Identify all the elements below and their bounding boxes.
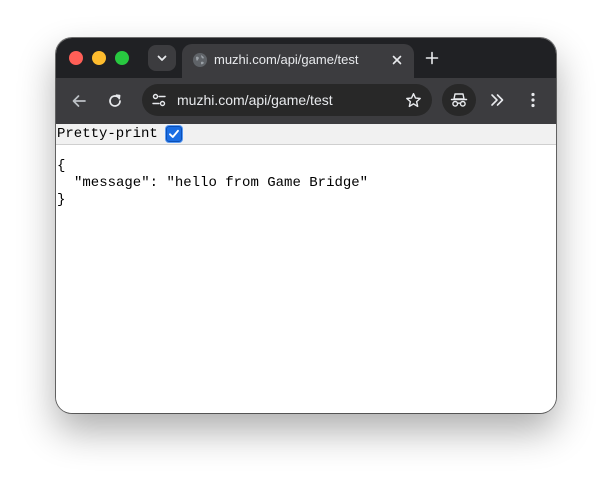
new-tab-button[interactable] <box>422 48 442 68</box>
pretty-print-label: Pretty-print <box>57 126 158 142</box>
json-open-brace: { <box>57 158 66 174</box>
json-value: "hello from Game Bridge" <box>166 175 369 191</box>
chevron-double-right-icon <box>491 94 504 106</box>
reload-button[interactable] <box>101 87 129 115</box>
kebab-menu-icon <box>531 92 535 108</box>
close-window-button[interactable] <box>69 51 83 65</box>
tune-icon <box>152 93 166 107</box>
extensions-overflow-button[interactable] <box>484 87 510 113</box>
pretty-print-checkbox[interactable] <box>166 126 182 142</box>
browser-window: muzhi.com/api/game/test muzhi.com/api/ga… <box>56 38 556 413</box>
checkmark-icon <box>169 129 179 138</box>
address-bar[interactable]: muzhi.com/api/game/test <box>142 84 432 116</box>
incognito-profile-button[interactable] <box>442 84 476 116</box>
json-viewer: {"message": "hello from Game Bridge"} <box>57 158 368 209</box>
globe-icon <box>193 53 207 67</box>
site-info-button[interactable] <box>148 89 170 111</box>
incognito-icon <box>450 93 468 107</box>
star-icon <box>405 92 421 107</box>
reload-icon <box>109 94 121 107</box>
json-close-brace: } <box>57 192 66 208</box>
chevron-down-icon <box>157 55 167 61</box>
json-colon: : <box>149 175 167 191</box>
tab-title: muzhi.com/api/game/test <box>214 52 359 67</box>
json-entry: "message": "hello from Game Bridge" <box>57 175 368 192</box>
browser-menu-button[interactable] <box>520 87 546 113</box>
toolbar: muzhi.com/api/game/test <box>56 78 556 124</box>
tab-close-button[interactable] <box>388 51 406 69</box>
maximize-window-button[interactable] <box>115 51 129 65</box>
minimize-window-button[interactable] <box>92 51 106 65</box>
arrow-left-icon <box>72 95 86 107</box>
pretty-print-bar: Pretty-print <box>56 124 556 145</box>
tab-search-button[interactable] <box>148 45 176 71</box>
tab-active[interactable]: muzhi.com/api/game/test <box>182 44 414 78</box>
plus-icon <box>425 51 439 65</box>
url-text[interactable]: muzhi.com/api/game/test <box>177 92 333 108</box>
bookmark-button[interactable] <box>402 89 424 111</box>
tab-strip: muzhi.com/api/game/test <box>56 38 556 78</box>
page-content: Pretty-print {"message": "hello from Gam… <box>56 124 556 413</box>
close-icon <box>392 55 402 65</box>
back-button[interactable] <box>65 87 93 115</box>
json-key: "message" <box>74 175 150 191</box>
